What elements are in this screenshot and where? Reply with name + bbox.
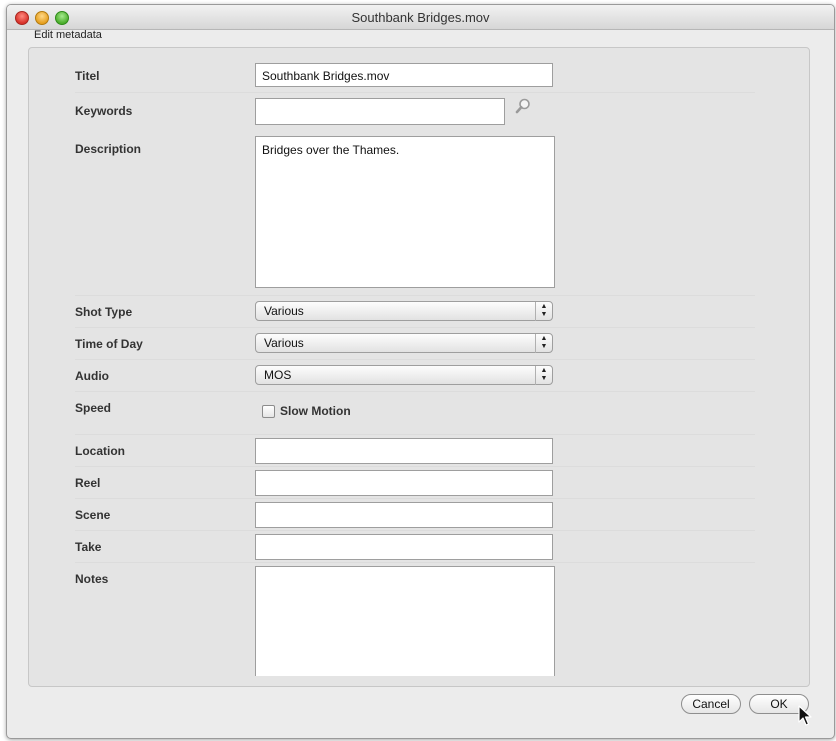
- separator: [75, 359, 755, 360]
- keywords-label: Keywords: [75, 104, 133, 118]
- location-field[interactable]: [255, 438, 553, 464]
- description-field[interactable]: Bridges over the Thames.: [255, 136, 555, 288]
- notes-field[interactable]: [255, 566, 555, 676]
- slow-motion-checkbox[interactable]: [262, 405, 275, 418]
- titel-field[interactable]: Southbank Bridges.mov: [255, 63, 553, 87]
- time-of-day-value: Various: [264, 336, 304, 350]
- window-title: Southbank Bridges.mov: [351, 10, 490, 25]
- separator: [75, 92, 755, 93]
- shot-type-label: Shot Type: [75, 305, 133, 319]
- titel-label: Titel: [75, 69, 100, 83]
- cancel-button[interactable]: Cancel: [681, 694, 741, 714]
- up-down-arrows-icon: ▲ ▼: [535, 334, 552, 353]
- audio-label: Audio: [75, 369, 109, 383]
- section-label: Edit metadata: [34, 29, 102, 41]
- audio-value: MOS: [264, 368, 292, 382]
- audio-popup[interactable]: MOS ▲ ▼: [255, 365, 553, 385]
- shot-type-value: Various: [264, 304, 304, 318]
- magnifier-icon[interactable]: [515, 98, 531, 114]
- title-bar[interactable]: Southbank Bridges.mov: [7, 5, 834, 30]
- separator: [75, 295, 755, 296]
- time-of-day-label: Time of Day: [75, 337, 143, 351]
- separator: [75, 466, 755, 467]
- time-of-day-popup[interactable]: Various ▲ ▼: [255, 333, 553, 353]
- description-label: Description: [75, 142, 142, 156]
- scene-label: Scene: [75, 508, 111, 522]
- separator: [75, 562, 755, 563]
- reel-label: Reel: [75, 476, 101, 490]
- separator: [75, 498, 755, 499]
- location-label: Location: [75, 444, 125, 458]
- separator: [75, 327, 755, 328]
- up-down-arrows-icon: ▲ ▼: [535, 366, 552, 385]
- take-field[interactable]: [255, 534, 553, 560]
- scene-field[interactable]: [255, 502, 553, 528]
- slow-motion-label[interactable]: Slow Motion: [280, 404, 351, 418]
- mouse-pointer-icon: [798, 705, 812, 726]
- notes-label: Notes: [75, 572, 109, 586]
- speed-label: Speed: [75, 401, 112, 415]
- separator: [75, 391, 755, 392]
- shot-type-popup[interactable]: Various ▲ ▼: [255, 301, 553, 321]
- separator: [75, 530, 755, 531]
- take-label: Take: [75, 540, 102, 554]
- separator: [75, 434, 755, 435]
- up-down-arrows-icon: ▲ ▼: [535, 302, 552, 321]
- reel-field[interactable]: [255, 470, 553, 496]
- keywords-field[interactable]: [255, 98, 505, 125]
